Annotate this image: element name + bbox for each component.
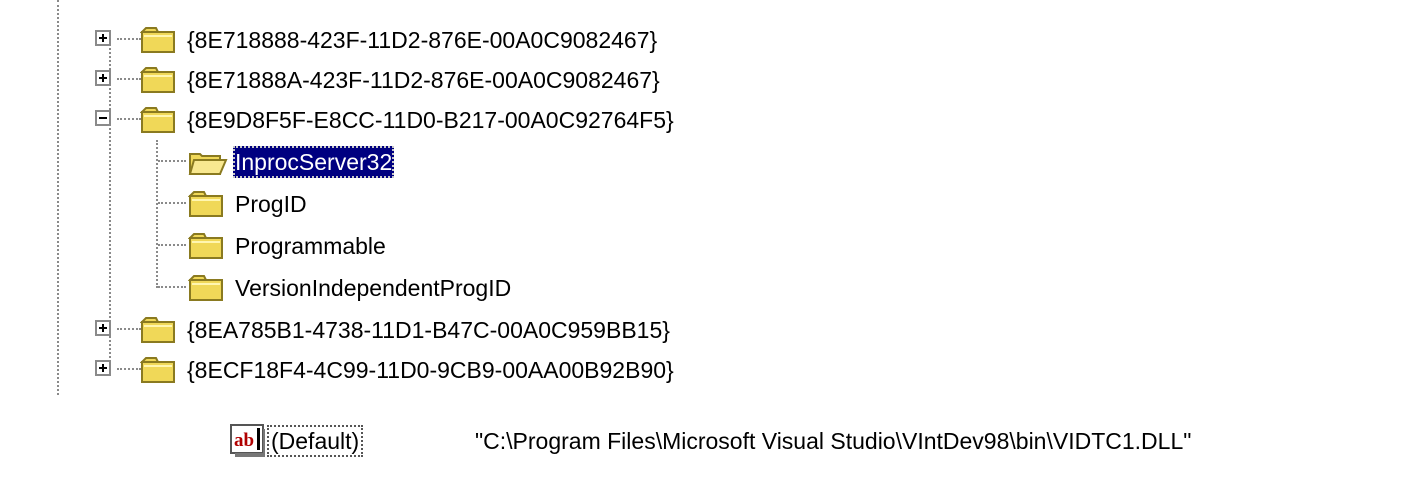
open-folder-icon [188,153,228,175]
tree-connector [158,202,186,204]
tree-connector [158,286,186,288]
folder-icon [188,191,223,217]
tree-node-label[interactable]: {8E9D8F5F-E8CC-11D0-B217-00A0C92764F5} [185,104,676,136]
tree-node[interactable]: InprocServer32 [0,142,900,182]
tree-node-label[interactable]: Programmable [233,230,388,262]
tree-node[interactable]: {8E718888-423F-11D2-876E-00A0C9082467} [0,20,900,60]
tree-node[interactable]: {8E71888A-423F-11D2-876E-00A0C9082467} [0,60,900,100]
tree-connector [117,368,141,370]
tree-connector [117,118,141,120]
tree-connector [158,160,186,162]
tree-node-label-selected[interactable]: InprocServer32 [233,146,395,178]
tree-node-label[interactable]: {8ECF18F4-4C99-11D0-9CB9-00AA00B92B90} [185,354,676,386]
expand-plus-icon[interactable] [95,360,111,376]
tree-node-label[interactable]: VersionIndependentProgID [233,272,513,304]
tree-connector [117,78,141,80]
value-name[interactable]: (Default) [266,425,364,457]
tree-node[interactable]: {8EA785B1-4738-11D1-B47C-00A0C959BB15} [0,310,900,350]
expand-plus-icon[interactable] [95,320,111,336]
tree-node[interactable]: ProgID [0,184,900,224]
tree-node-label[interactable]: {8E718888-423F-11D2-876E-00A0C9082467} [185,24,659,56]
folder-icon [140,317,175,343]
tree-node-label[interactable]: {8EA785B1-4738-11D1-B47C-00A0C959BB15} [185,314,672,346]
collapse-minus-icon[interactable] [95,110,111,126]
tree-node-label[interactable]: ProgID [233,188,309,220]
folder-icon [140,67,175,93]
expand-plus-icon[interactable] [95,30,111,46]
folder-icon [140,107,175,133]
value-data: "C:\Program Files\Microsoft Visual Studi… [475,428,1192,454]
folder-icon [140,357,175,383]
tree-node[interactable]: {8E9D8F5F-E8CC-11D0-B217-00A0C92764F5} [0,100,900,140]
registry-key-tree: {8E718888-423F-11D2-876E-00A0C9082467} {… [0,0,1417,400]
tree-connector [117,38,141,40]
expand-plus-icon[interactable] [95,70,111,86]
string-value-ab-icon: ab [230,424,265,457]
folder-icon [188,275,223,301]
tree-connector [158,244,186,246]
tree-node[interactable]: {8ECF18F4-4C99-11D0-9CB9-00AA00B92B90} [0,350,900,390]
tree-node[interactable]: VersionIndependentProgID [0,268,900,308]
tree-connector [117,328,141,330]
tree-node[interactable]: Programmable [0,226,900,266]
tree-node-label[interactable]: {8E71888A-423F-11D2-876E-00A0C9082467} [185,64,662,96]
folder-icon [140,27,175,53]
folder-icon [188,233,223,259]
registry-value-row[interactable]: ab (Default) "C:\Program Files\Microsoft… [230,424,1410,464]
svg-text:ab: ab [234,430,254,451]
